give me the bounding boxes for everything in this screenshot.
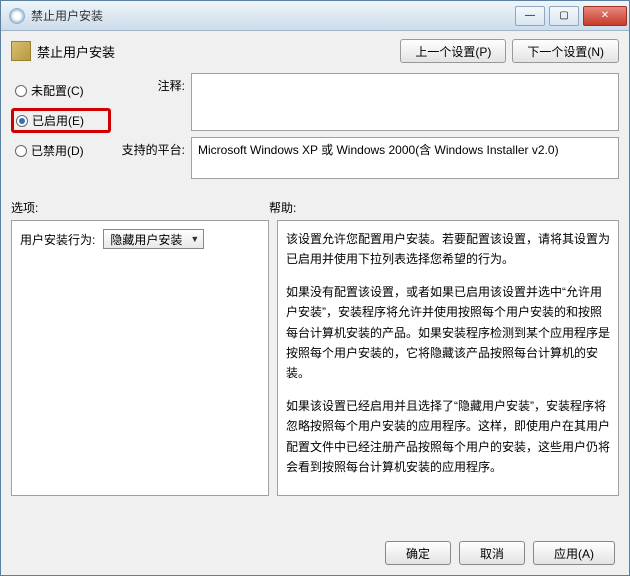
dialog-buttons: 确定 取消 应用(A) xyxy=(385,541,615,565)
comment-label: 注释: xyxy=(121,73,191,131)
help-paragraph: 如果该设置已经启用并且选择了“隐藏用户安装”，安装程序将忽略按照每个用户安装的应… xyxy=(286,396,610,478)
chevron-down-icon: ▼ xyxy=(190,234,199,244)
cancel-button[interactable]: 取消 xyxy=(459,541,525,565)
dialog-window: 禁止用户安装 — ▢ ✕ 禁止用户安装 上一个设置(P) 下一个设置(N) 未配… xyxy=(0,0,630,576)
app-icon xyxy=(9,8,25,24)
config-area: 未配置(C) 已启用(E) 已禁用(D) 注释: 支持的平台: xyxy=(11,73,619,185)
radio-disabled[interactable]: 已禁用(D) xyxy=(11,139,111,162)
panels-row: 用户安装行为: 隐藏用户安装 ▼ 该设置允许您配置用户安装。若要配置该设置，请将… xyxy=(11,220,619,496)
content-area: 禁止用户安装 上一个设置(P) 下一个设置(N) 未配置(C) 已启用(E) 已… xyxy=(1,31,629,575)
radio-label: 已启用(E) xyxy=(32,112,84,129)
page-title: 禁止用户安装 xyxy=(37,42,394,61)
select-value: 隐藏用户安装 xyxy=(110,231,182,248)
platform-label: 支持的平台: xyxy=(121,137,191,179)
behavior-row: 用户安装行为: 隐藏用户安装 ▼ xyxy=(20,229,260,249)
titlebar[interactable]: 禁止用户安装 — ▢ ✕ xyxy=(1,1,629,31)
header-row: 禁止用户安装 上一个设置(P) 下一个设置(N) xyxy=(11,39,619,63)
help-label: 帮助: xyxy=(269,199,296,216)
next-setting-button[interactable]: 下一个设置(N) xyxy=(512,39,619,63)
behavior-select[interactable]: 隐藏用户安装 ▼ xyxy=(103,229,204,249)
behavior-label: 用户安装行为: xyxy=(20,231,95,248)
window-controls: — ▢ ✕ xyxy=(513,6,629,26)
help-text: 该设置允许您配置用户安装。若要配置该设置，请将其设置为已启用并使用下拉列表选择您… xyxy=(286,229,610,477)
ok-button[interactable]: 确定 xyxy=(385,541,451,565)
previous-setting-button[interactable]: 上一个设置(P) xyxy=(400,39,506,63)
radio-icon xyxy=(15,145,27,157)
policy-icon xyxy=(11,41,31,61)
radio-enabled[interactable]: 已启用(E) xyxy=(11,108,111,133)
help-paragraph: 如果没有配置该设置，或者如果已启用该设置并选中“允许用户安装”，安装程序将允许并… xyxy=(286,282,610,384)
radio-icon xyxy=(16,115,28,127)
help-paragraph: 该设置允许您配置用户安装。若要配置该设置，请将其设置为已启用并使用下拉列表选择您… xyxy=(286,229,610,270)
radio-label: 已禁用(D) xyxy=(31,142,84,159)
state-radio-group: 未配置(C) 已启用(E) 已禁用(D) xyxy=(11,73,111,185)
section-labels: 选项: 帮助: xyxy=(11,199,619,216)
comment-row: 注释: xyxy=(121,73,619,131)
platform-textbox: Microsoft Windows XP 或 Windows 2000(含 Wi… xyxy=(191,137,619,179)
radio-not-configured[interactable]: 未配置(C) xyxy=(11,79,111,102)
options-panel: 用户安装行为: 隐藏用户安装 ▼ xyxy=(11,220,269,496)
details-column: 注释: 支持的平台: Microsoft Windows XP 或 Window… xyxy=(121,73,619,185)
platform-row: 支持的平台: Microsoft Windows XP 或 Windows 20… xyxy=(121,137,619,179)
comment-textarea[interactable] xyxy=(191,73,619,131)
maximize-button[interactable]: ▢ xyxy=(549,6,579,26)
minimize-button[interactable]: — xyxy=(515,6,545,26)
apply-button[interactable]: 应用(A) xyxy=(533,541,615,565)
window-title: 禁止用户安装 xyxy=(31,7,513,24)
options-label: 选项: xyxy=(11,199,269,216)
radio-label: 未配置(C) xyxy=(31,82,84,99)
radio-icon xyxy=(15,85,27,97)
close-button[interactable]: ✕ xyxy=(583,6,627,26)
platform-value: Microsoft Windows XP 或 Windows 2000(含 Wi… xyxy=(198,143,559,157)
help-panel[interactable]: 该设置允许您配置用户安装。若要配置该设置，请将其设置为已启用并使用下拉列表选择您… xyxy=(277,220,619,496)
